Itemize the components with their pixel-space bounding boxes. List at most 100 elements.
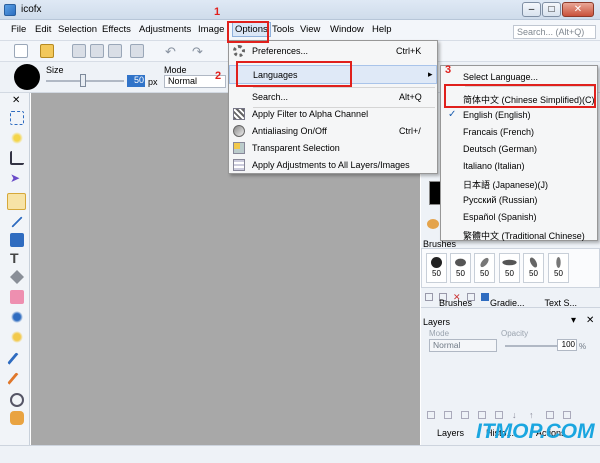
menu-item-spanish[interactable]: Español (Spanish): [441, 209, 597, 226]
new-file-icon[interactable]: [14, 44, 28, 58]
merge-layer-icon[interactable]: [461, 411, 469, 419]
brush-preset[interactable]: 50: [450, 253, 471, 283]
tab-text-styles[interactable]: Text S...: [539, 298, 578, 308]
submenu-arrow-icon: ▸: [428, 69, 433, 79]
toolbox: ✕ ➤ T: [0, 93, 30, 445]
delete-icon[interactable]: [130, 44, 144, 58]
menu-item-alpha-filter[interactable]: Apply Filter to Alpha Channel: [229, 106, 437, 123]
watermark-text: ITMOP.COM: [476, 420, 595, 443]
size-slider-thumb[interactable]: [80, 74, 86, 87]
search-input[interactable]: Search... (Alt+Q): [513, 25, 596, 39]
move-layer-up-icon[interactable]: ↑: [529, 411, 537, 420]
tab-brushes[interactable]: Brushes: [425, 298, 472, 308]
opacity-unit: %: [579, 342, 587, 351]
menu-item-french[interactable]: Francais (French): [441, 124, 597, 141]
alpha-filter-icon: [233, 108, 245, 120]
pencil-icon[interactable]: [7, 372, 27, 392]
menu-item-english[interactable]: ✓ English (English): [441, 107, 597, 124]
antialias-icon: [233, 125, 245, 137]
menu-selection[interactable]: Selection: [58, 24, 97, 35]
tab-gradients[interactable]: Gradie...: [486, 298, 525, 308]
menu-item-antialiasing[interactable]: Antialiasing On/Off Ctrl+/: [229, 123, 437, 140]
paste-icon[interactable]: [108, 44, 122, 58]
brush-size: 50: [432, 269, 441, 278]
menu-item-preferences[interactable]: Preferences... Ctrl+K: [229, 43, 437, 60]
layers-pin-icon[interactable]: ▾: [571, 315, 576, 326]
undo-icon[interactable]: ↶: [165, 44, 179, 59]
menu-edit[interactable]: Edit: [35, 24, 51, 35]
crop-icon[interactable]: [10, 151, 24, 165]
brush-preset[interactable]: 50: [499, 253, 520, 283]
brush-preset[interactable]: 50: [548, 253, 569, 283]
menu-item-russian[interactable]: Русский (Russian): [441, 192, 597, 209]
blur-drop-icon[interactable]: [10, 310, 24, 324]
mode-label: Mode: [164, 65, 187, 75]
minimize-button[interactable]: –: [522, 2, 541, 17]
delete-layer-icon[interactable]: [563, 411, 571, 419]
menu-file[interactable]: File: [11, 24, 26, 35]
copy-icon[interactable]: [90, 44, 104, 58]
menu-item-search[interactable]: Search... Alt+Q: [229, 89, 437, 106]
layers-close-icon[interactable]: ✕: [586, 315, 594, 326]
menu-item-transparent-selection[interactable]: Transparent Selection: [229, 140, 437, 157]
layer-props-icon[interactable]: [478, 411, 486, 419]
tab-layers[interactable]: Layers: [425, 428, 464, 442]
line-tool-icon[interactable]: [11, 216, 23, 228]
zoom-icon[interactable]: [10, 393, 24, 407]
step-number-3: 3: [445, 64, 452, 76]
brush-preset[interactable]: 50: [474, 253, 495, 283]
layers-mode-select[interactable]: Normal: [429, 339, 497, 352]
check-icon: ✓: [448, 109, 457, 120]
rect-select-icon[interactable]: [10, 111, 24, 125]
new-layer-icon[interactable]: [427, 411, 435, 419]
import-layer-icon[interactable]: [546, 411, 554, 419]
menu-view[interactable]: View: [300, 24, 320, 35]
text-tool-icon[interactable]: T: [10, 250, 24, 266]
dodge-icon[interactable]: [10, 330, 24, 344]
brush-preset[interactable]: 50: [523, 253, 544, 283]
fill-bucket-icon[interactable]: [10, 270, 24, 284]
move-layer-down-icon[interactable]: ↓: [512, 411, 520, 420]
toolbox-close-icon[interactable]: ✕: [12, 95, 26, 109]
open-folder-icon[interactable]: [40, 44, 54, 58]
size-input[interactable]: 50: [127, 75, 145, 87]
menu-item-italian[interactable]: Italiano (Italian): [441, 158, 597, 175]
layers-panel-title: Layers: [423, 317, 451, 327]
palette-icon[interactable]: [427, 219, 439, 229]
menu-adjustments[interactable]: Adjustments: [139, 24, 191, 35]
close-button[interactable]: ✕: [562, 2, 594, 17]
size-unit: px: [148, 77, 158, 87]
hand-icon[interactable]: [10, 411, 24, 425]
gear-icon: [233, 45, 245, 57]
menu-image[interactable]: Image: [198, 24, 224, 35]
menu-item-german[interactable]: Deutsch (German): [441, 141, 597, 158]
app-icon: [4, 4, 16, 16]
move-icon[interactable]: ➤: [10, 171, 24, 185]
opacity-input[interactable]: 100: [557, 339, 577, 351]
layers-mode-label: Mode: [429, 329, 450, 338]
maximize-button[interactable]: □: [542, 2, 561, 17]
menu-help[interactable]: Help: [372, 24, 392, 35]
layer-mask-icon[interactable]: [495, 411, 503, 419]
menu-item-apply-adjustments[interactable]: Apply Adjustments to All Layers/Images: [229, 157, 437, 174]
brush-tool-icon[interactable]: [7, 193, 26, 210]
brush-size: 50: [554, 269, 563, 278]
opacity-label: Opacity: [501, 329, 529, 338]
redo-icon[interactable]: ↷: [192, 44, 206, 59]
menu-bar: File Edit Selection Effects Adjustments …: [0, 20, 600, 41]
brushes-grid: 50 50 50 50 50 50: [421, 248, 600, 288]
eraser-icon[interactable]: [10, 290, 24, 304]
menu-item-japanese[interactable]: 日本語 (Japanese)(J): [441, 175, 597, 192]
menu-item-traditional-chinese[interactable]: 繁體中文 (Traditional Chinese): [441, 226, 597, 243]
color-picker-icon[interactable]: [7, 352, 27, 372]
menu-window[interactable]: Window: [330, 24, 364, 35]
magic-wand-icon[interactable]: [10, 131, 24, 145]
duplicate-layer-icon[interactable]: [444, 411, 452, 419]
rectangle-tool-icon[interactable]: [10, 233, 24, 247]
title-bar: [0, 0, 600, 20]
menu-tools[interactable]: Tools: [272, 24, 294, 35]
opacity-slider[interactable]: [505, 345, 557, 347]
menu-effects[interactable]: Effects: [102, 24, 131, 35]
brush-preset[interactable]: 50: [426, 253, 447, 283]
cut-icon[interactable]: [72, 44, 86, 58]
